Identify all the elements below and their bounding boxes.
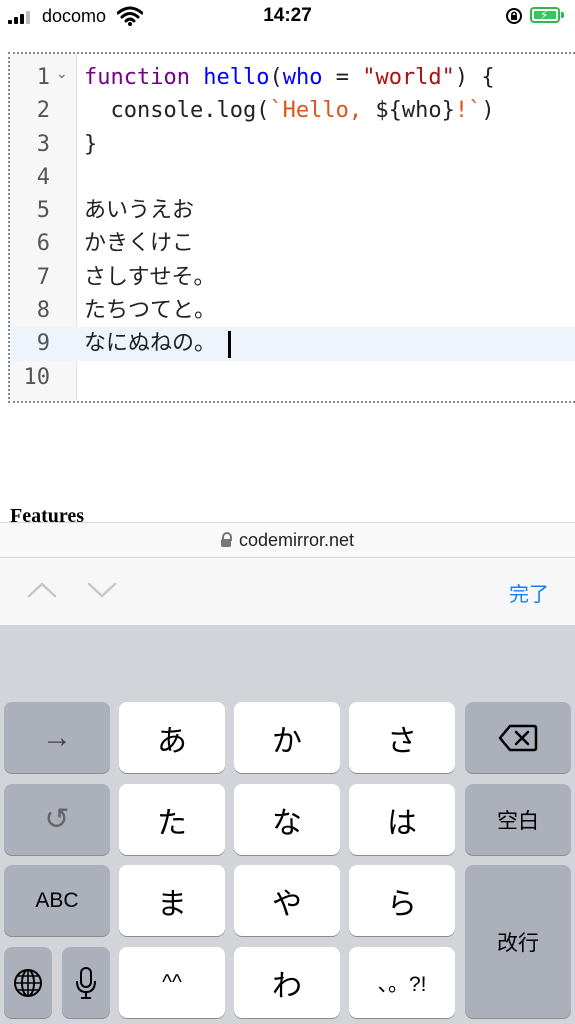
key-label: 、。?! (377, 972, 427, 996)
line-number: 6 (36, 231, 50, 257)
line-number: 10 (23, 364, 51, 390)
code-text: function hello(who = "world") { (84, 65, 495, 90)
japanese-kana-keyboard: → あ か さ ↺ た な は 空白 ABC ま や ら 改行 ^^ わ 、。?… (0, 625, 575, 1024)
return-key[interactable]: 改行 (465, 865, 571, 1018)
features-heading: Features (10, 505, 85, 523)
editor-lines: 1 ⌄ function hello(who = "world") { 2 co… (10, 61, 575, 394)
fold-chevron-icon[interactable]: ⌄ (56, 65, 68, 82)
keyboard-accessory-toolbar: 完了 (0, 558, 575, 625)
editor-line[interactable]: 8 たちつてと。 (10, 294, 575, 327)
code-text: さしすせそ。 (84, 264, 216, 290)
key-label: ま (157, 887, 187, 921)
next-field-chevron-down-icon[interactable] (86, 578, 118, 602)
kana-key-sa[interactable]: さ (349, 702, 455, 773)
kana-key-ka[interactable]: か (234, 702, 340, 773)
line-number: 2 (36, 98, 50, 124)
status-bar: docomo 14:27 ⚡ (0, 0, 575, 34)
key-label: 空白 (497, 809, 539, 833)
globe-icon (14, 968, 42, 997)
kana-key-ra[interactable]: ら (349, 865, 455, 936)
key-label: な (272, 806, 302, 840)
done-button[interactable]: 完了 (509, 578, 549, 607)
key-label: ^^ (162, 970, 182, 994)
kana-key-na[interactable]: な (234, 784, 340, 855)
code-text: かきくけこ (84, 231, 195, 257)
url-text: codemirror.net (238, 530, 355, 550)
key-label: た (157, 806, 187, 840)
editor-line[interactable]: 3 } (10, 128, 575, 161)
key-label: あ (157, 724, 187, 758)
template-string-token: `Hello, (269, 98, 376, 124)
code-text: console.log(`Hello, ${who}!`) (84, 98, 495, 124)
parameter-token: who (282, 65, 323, 90)
clock: 14:27 (263, 5, 312, 26)
dictation-key[interactable] (62, 947, 110, 1018)
editor-line[interactable]: 6 かきくけこ (10, 227, 575, 260)
arrow-right-icon: → (42, 720, 72, 754)
code-text: なにぬねの。 (84, 327, 232, 360)
next-candidate-key[interactable]: → (4, 702, 110, 773)
url-display: codemirror.net (220, 530, 355, 551)
previous-field-chevron-up-icon[interactable] (26, 578, 58, 602)
kana-key-a[interactable]: あ (119, 702, 225, 773)
line-number: 5 (36, 198, 50, 224)
line-number: 9 (36, 331, 50, 357)
line-number: 7 (36, 264, 50, 290)
kana-key-ha[interactable]: は (349, 784, 455, 855)
keyword-token: function (84, 65, 190, 90)
key-label: は (387, 806, 417, 840)
backspace-icon (498, 724, 538, 751)
key-label: わ (272, 969, 302, 1003)
key-label: さ (387, 724, 417, 758)
editor-line[interactable]: 7 さしすせそ。 (10, 261, 575, 294)
globe-key[interactable] (4, 947, 52, 1018)
line-number: 3 (36, 131, 50, 157)
space-key[interactable]: 空白 (465, 784, 571, 855)
string-token: "world" (362, 65, 455, 90)
function-name-token: hello (203, 65, 270, 90)
key-label: や (272, 887, 302, 921)
editor-line[interactable]: 10 (10, 361, 575, 394)
kana-key-ya[interactable]: や (234, 865, 340, 936)
punctuation-key[interactable]: 、。?! (349, 947, 455, 1018)
line-number: 4 (36, 164, 50, 190)
kana-key-ma[interactable]: ま (119, 865, 225, 936)
battery-cap (561, 12, 564, 18)
key-label: 改行 (497, 931, 539, 955)
line-number: 1 (36, 65, 50, 90)
undo-icon: ↺ (44, 803, 70, 836)
code-text-content: なにぬねの。 (84, 331, 217, 357)
code-text: } (84, 131, 98, 157)
key-label: ABC (35, 888, 79, 912)
template-string-token: !` (454, 98, 482, 124)
delete-key[interactable] (465, 702, 571, 773)
editor-line[interactable]: 1 ⌄ function hello(who = "world") { (10, 61, 575, 94)
key-label: ら (387, 887, 417, 921)
key-label: か (272, 724, 302, 758)
code-text: たちつてと。 (84, 298, 217, 324)
line-number: 8 (36, 298, 50, 324)
microphone-icon (76, 966, 96, 999)
undo-key[interactable]: ↺ (4, 784, 110, 855)
lock-icon (220, 532, 232, 547)
emoticon-key[interactable]: ^^ (119, 947, 225, 1018)
url-bar[interactable]: codemirror.net (0, 522, 575, 558)
battery-icon: ⚡ (530, 7, 560, 23)
editor-line[interactable]: 4 (10, 161, 575, 194)
kana-key-ta[interactable]: た (119, 784, 225, 855)
code-text: あいうえお (84, 198, 195, 224)
editor-line-active[interactable]: 9 なにぬねの。 (10, 327, 575, 361)
code-editor[interactable]: 1 ⌄ function hello(who = "world") { 2 co… (8, 52, 575, 403)
abc-key[interactable]: ABC (4, 865, 110, 936)
editor-line[interactable]: 5 あいうえお (10, 194, 575, 227)
orientation-lock-icon (506, 8, 522, 24)
editor-line[interactable]: 2 console.log(`Hello, ${who}!`) (10, 94, 575, 127)
text-cursor (228, 330, 232, 358)
kana-key-wa[interactable]: わ (234, 947, 340, 1018)
